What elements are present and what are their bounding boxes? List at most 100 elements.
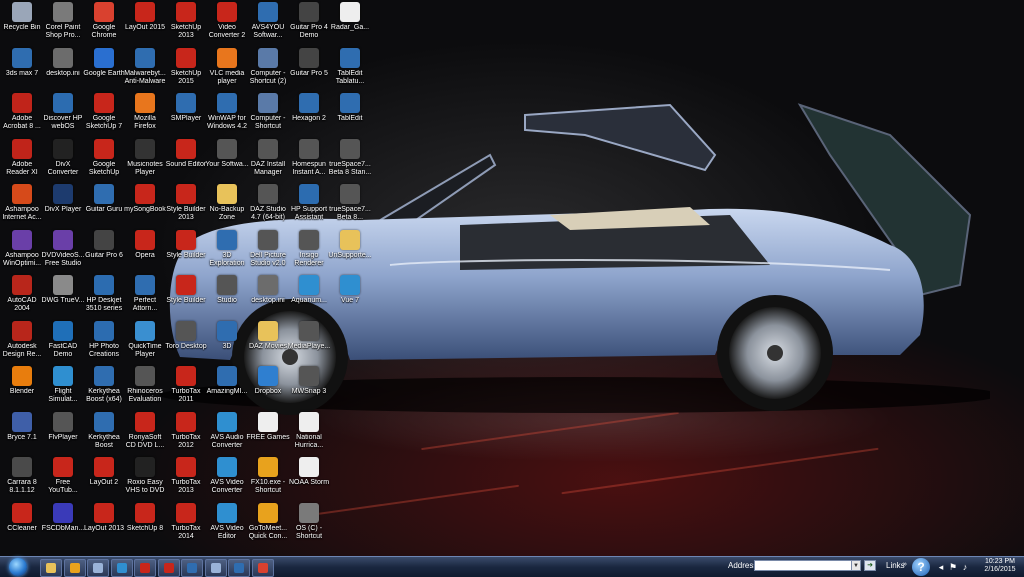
- desktop-icon[interactable]: TurboTax 2012: [164, 411, 208, 456]
- taskbar-button[interactable]: [110, 559, 133, 577]
- desktop-icon[interactable]: Blender: [0, 366, 44, 410]
- desktop-icon[interactable]: Aquarium...: [287, 275, 331, 319]
- desktop-icon[interactable]: Bryce 7.1: [0, 411, 44, 456]
- desktop-icon[interactable]: Google SketchUp 7: [82, 93, 126, 137]
- desktop-icon[interactable]: FX10.exe - Shortcut: [246, 457, 290, 501]
- desktop-icon[interactable]: SketchUp 2015: [164, 47, 208, 92]
- desktop-icon[interactable]: RonyaSoft CD DVD L...: [123, 411, 167, 456]
- desktop-icon[interactable]: Carrara 8 8.1.1.12: [0, 457, 44, 501]
- desktop-icon[interactable]: NOAA Storm: [287, 457, 331, 501]
- desktop-icon[interactable]: TablEdit Tablatu...: [328, 47, 372, 92]
- desktop-icon[interactable]: FSCDbMan...: [41, 502, 85, 547]
- desktop-icon[interactable]: TablEdit: [328, 93, 372, 137]
- desktop-icon[interactable]: Ashampoo WinOptimi...: [0, 229, 44, 274]
- desktop-icon[interactable]: MediaPlaye...: [287, 320, 331, 365]
- network-icon[interactable]: ◂: [936, 562, 946, 572]
- desktop-icon[interactable]: UnSupporte...: [328, 229, 372, 274]
- desktop-icon[interactable]: Adobe Reader XI: [0, 138, 44, 183]
- flag-icon[interactable]: ⚑: [948, 562, 958, 572]
- desktop-icon[interactable]: 3D Exploration: [205, 229, 249, 274]
- desktop-icon[interactable]: DAZ Studio 4.7 (64-bit): [246, 184, 290, 228]
- desktop-icon[interactable]: Flight Simulat...: [41, 366, 85, 410]
- taskbar-button[interactable]: [204, 559, 227, 577]
- desktop-icon[interactable]: Homespun Instant A...: [287, 138, 331, 183]
- desktop-icon[interactable]: Guitar Pro 5: [287, 47, 331, 92]
- desktop-icon[interactable]: DWG TrueV...: [41, 275, 85, 319]
- desktop-icon[interactable]: Dropbox: [246, 366, 290, 410]
- desktop-icon[interactable]: AVS4YOU Softwar...: [246, 2, 290, 46]
- desktop-icon[interactable]: LayOut 2013: [82, 502, 126, 547]
- desktop-icon[interactable]: Studio: [205, 275, 249, 319]
- desktop-icon[interactable]: MWSnap 3: [287, 366, 331, 410]
- start-button[interactable]: [3, 557, 31, 577]
- desktop-icon[interactable]: 3ds max 7: [0, 47, 44, 92]
- desktop-icon[interactable]: National Hurrica...: [287, 411, 331, 456]
- links-label[interactable]: Links: [886, 561, 905, 570]
- desktop-icon[interactable]: mySongBook: [123, 184, 167, 228]
- desktop-icon[interactable]: Adobe Acrobat 8 ...: [0, 93, 44, 137]
- desktop-icon[interactable]: Kerkythea Boost: [82, 411, 126, 456]
- desktop-icon[interactable]: CCleaner: [0, 502, 44, 547]
- desktop-icon[interactable]: trueSpace7... Beta 8 Stan...: [328, 138, 372, 183]
- desktop-icon[interactable]: FastCAD Demo: [41, 320, 85, 365]
- desktop-icon[interactable]: SketchUp 8: [123, 502, 167, 547]
- desktop-icon[interactable]: desktop.ini: [246, 275, 290, 319]
- desktop-icon[interactable]: Ashampoo Internet Ac...: [0, 184, 44, 228]
- desktop-icon[interactable]: SMPlayer: [164, 93, 208, 137]
- desktop-icon[interactable]: DivX Player: [41, 184, 85, 228]
- desktop-icon[interactable]: TurboTax 2011: [164, 366, 208, 410]
- system-clock[interactable]: 10:23 PM 2/16/2015: [978, 558, 1022, 574]
- go-arrow-icon[interactable]: ➜: [864, 560, 876, 571]
- taskbar-button[interactable]: [40, 559, 62, 577]
- desktop-icon[interactable]: Your Softwa...: [205, 138, 249, 183]
- desktop-icon[interactable]: HP Support Assistant: [287, 184, 331, 228]
- desktop-icon[interactable]: DVDVideoS... Free Studio: [41, 229, 85, 274]
- desktop-icon[interactable]: Computer - Shortcut: [246, 93, 290, 137]
- taskbar-button[interactable]: [181, 559, 203, 577]
- taskbar-button[interactable]: [63, 559, 86, 577]
- desktop-icon[interactable]: Guitar Pro 6: [82, 229, 126, 274]
- desktop-icon[interactable]: DAZ Movies: [246, 320, 290, 365]
- desktop-icon[interactable]: OS (C) - Shortcut: [287, 502, 331, 547]
- desktop-icon[interactable]: Video Converter 2: [205, 2, 249, 46]
- desktop-icon[interactable]: No-Backup Zone: [205, 184, 249, 228]
- desktop-icon[interactable]: Insigo Renderer: [287, 229, 331, 274]
- desktop-icon[interactable]: Style Builder 2013: [164, 184, 208, 228]
- chevron-down-icon[interactable]: ▼: [851, 560, 861, 571]
- desktop-icon[interactable]: Guitar Guru: [82, 184, 126, 228]
- desktop-icon[interactable]: GoToMeet... Quick Con...: [246, 502, 290, 547]
- desktop-icon[interactable]: Roxio Easy VHS to DVD 3: [123, 457, 167, 501]
- desktop-icon[interactable]: Google Chrome: [82, 2, 126, 46]
- desktop-icon[interactable]: Vue 7: [328, 275, 372, 319]
- desktop-icon[interactable]: Hexagon 2: [287, 93, 331, 137]
- desktop-icon[interactable]: Dell Picture Studio v2.0: [246, 229, 290, 274]
- desktop-icon[interactable]: Autodesk Design Re...: [0, 320, 44, 365]
- desktop-icon[interactable]: LayOut 2: [82, 457, 126, 501]
- desktop-icon[interactable]: TurboTax 2013: [164, 457, 208, 501]
- desktop-icon[interactable]: trueSpace7... Beta 8...: [328, 184, 372, 228]
- taskbar-button[interactable]: [87, 559, 109, 577]
- desktop-icon[interactable]: desktop.ini: [41, 47, 85, 92]
- desktop-icon[interactable]: FREE Games: [246, 411, 290, 456]
- desktop-icon[interactable]: Kerkythea Boost (x64): [82, 366, 126, 410]
- desktop-icon[interactable]: HP Photo Creations: [82, 320, 126, 365]
- desktop-icon[interactable]: Style Builder: [164, 275, 208, 319]
- desktop-icon[interactable]: TurboTax 2014: [164, 502, 208, 547]
- desktop-icon[interactable]: Sound Editor: [164, 138, 208, 183]
- desktop-icon[interactable]: 3D: [205, 320, 249, 365]
- desktop-icon[interactable]: AmazingMI...: [205, 366, 249, 410]
- desktop-icon[interactable]: DivX Converter: [41, 138, 85, 183]
- speaker-icon[interactable]: ♪: [960, 562, 970, 572]
- desktop-icon[interactable]: Mozilla Firefox: [123, 93, 167, 137]
- desktop-icon[interactable]: Google SketchUp: [82, 138, 126, 183]
- desktop-icon[interactable]: VLC media player: [205, 47, 249, 92]
- desktop-icon[interactable]: AVS Audio Converter: [205, 411, 249, 456]
- desktop-icon[interactable]: SketchUp 2013: [164, 2, 208, 46]
- taskbar-button[interactable]: [157, 559, 180, 577]
- desktop-icon[interactable]: Computer - Shortcut (2): [246, 47, 290, 92]
- desktop-icon[interactable]: Discover HP webOS: [41, 93, 85, 137]
- chevron-right-icon[interactable]: »: [903, 561, 907, 568]
- desktop-icon[interactable]: Free YouTub...: [41, 457, 85, 501]
- desktop-icon[interactable]: Toro Desktop: [164, 320, 208, 365]
- address-input[interactable]: [754, 560, 860, 571]
